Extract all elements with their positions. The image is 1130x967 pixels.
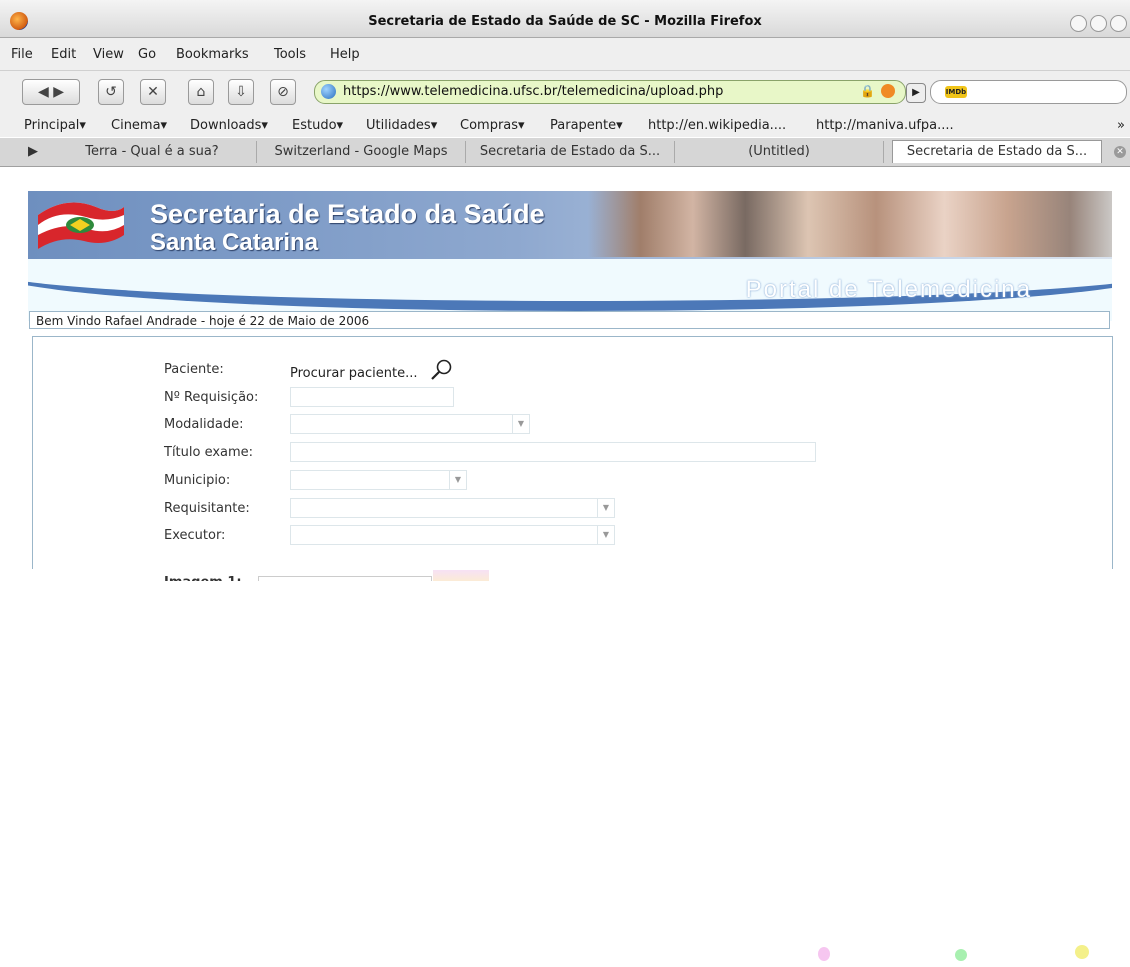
reload-icon: ↺ [105,84,117,100]
home-icon: ⌂ [196,84,206,100]
stop-icon: ✕ [147,84,159,100]
titulo-label: Título exame: [164,445,254,460]
chevron-down-icon: ▼ [512,415,529,433]
bookmark-wikipedia[interactable]: http://en.wikipedia.... [648,118,786,133]
municipio-select[interactable]: ▼ [290,470,467,490]
lock-icon[interactable]: 🔒 [860,84,875,98]
modalidade-label: Modalidade: [164,417,244,432]
download-button[interactable]: ⇩ [228,79,254,105]
page-content: Secretaria de Estado da Saúde Santa Cata… [0,167,1130,967]
menu-bookmarks[interactable]: Bookmarks [176,47,249,62]
forward-icon: ▶ [53,84,64,100]
close-tab-icon[interactable]: ✕ [1114,146,1126,158]
search-engine-icon[interactable]: IMDb [945,86,967,98]
window-titlebar: Secretaria de Estado da Saúde de SC - Mo… [0,0,1130,38]
blank-area [0,581,1130,967]
close-window-button[interactable] [1110,15,1127,32]
bookmarks-toolbar: Principal▾ Cinema▾ Downloads▾ Estudo▾ Ut… [0,115,1130,137]
history-icon: ⊘ [277,84,289,100]
menu-go[interactable]: Go [138,47,156,62]
go-button[interactable]: ▶ [906,83,926,103]
executor-label: Executor: [164,528,226,543]
home-button[interactable]: ⌂ [188,79,214,105]
tab-bar: ▶ Terra - Qual é a sua? Switzerland - Go… [0,138,1130,167]
search-icon[interactable] [430,358,454,382]
bookmark-cinema[interactable]: Cinema▾ [111,118,167,133]
url-bar[interactable]: https://www.telemedicina.ufsc.br/telemed… [314,80,906,104]
bookmark-estudo[interactable]: Estudo▾ [292,118,343,133]
window-title: Secretaria de Estado da Saúde de SC - Mo… [368,14,762,29]
portal-title: Portal de Telemedicina [745,276,1032,303]
bookmark-principal[interactable]: Principal▾ [24,118,86,133]
tab-secretaria-1[interactable]: Secretaria de Estado da S... [466,141,675,163]
menu-file[interactable]: File [11,47,33,62]
history-button[interactable]: ⊘ [270,79,296,105]
navigation-toolbar: ◀ ▶ ↺ ✕ ⌂ ⇩ ⊘ https://www.telemedicina.u… [0,71,1130,115]
search-box[interactable]: IMDb [930,80,1127,104]
back-forward-button[interactable]: ◀ ▶ [22,79,80,105]
bookmarks-overflow-icon[interactable]: » [1117,118,1125,133]
maximize-button[interactable] [1090,15,1107,32]
minimize-button[interactable] [1070,15,1087,32]
menu-view[interactable]: View [93,47,124,62]
bookmark-downloads[interactable]: Downloads▾ [190,118,268,133]
modalidade-select[interactable]: ▼ [290,414,530,434]
artifact-dot [955,949,967,961]
url-text[interactable]: https://www.telemedicina.ufsc.br/telemed… [343,84,723,99]
municipio-label: Municipio: [164,473,231,488]
menu-help[interactable]: Help [330,47,360,62]
tab-untitled[interactable]: (Untitled) [675,141,884,163]
bookmark-maniva[interactable]: http://maniva.ufpa.... [816,118,954,133]
bookmark-parapente[interactable]: Parapente▾ [550,118,623,133]
site-globe-icon [321,84,336,99]
download-icon: ⇩ [235,84,247,100]
procurar-paciente-link[interactable]: Procurar paciente... [290,366,418,381]
stop-button[interactable]: ✕ [140,79,166,105]
reload-button[interactable]: ↺ [98,79,124,105]
banner-title: Secretaria de Estado da Saúde [150,199,545,229]
feed-icon[interactable] [881,84,895,98]
paciente-label: Paciente: [164,362,224,377]
tab-secretaria-active[interactable]: Secretaria de Estado da S... [892,140,1102,163]
bookmark-utilidades[interactable]: Utilidades▾ [366,118,437,133]
requisicao-label: Nº Requisição: [164,390,259,405]
titulo-exame-input[interactable] [290,442,816,462]
artifact-dot [1075,945,1089,959]
back-icon: ◀ [37,84,49,100]
artifact-dot [818,947,830,961]
header-banner: Secretaria de Estado da Saúde Santa Cata… [28,191,1112,321]
requisicao-input[interactable] [290,387,454,407]
menu-edit[interactable]: Edit [51,47,76,62]
bookmark-compras[interactable]: Compras▾ [460,118,525,133]
menu-bar: File Edit View Go Bookmarks Tools Help [0,38,1130,71]
executor-select[interactable]: ▼ [290,525,615,545]
welcome-message: Bem Vindo Rafael Andrade - hoje é 22 de … [29,311,1110,329]
chevron-down-icon: ▼ [449,471,466,489]
requisitante-select[interactable]: ▼ [290,498,615,518]
requisitante-label: Requisitante: [164,501,250,516]
chevron-down-icon: ▼ [597,499,614,517]
tab-list-icon[interactable]: ▶ [18,141,48,163]
chevron-down-icon: ▼ [597,526,614,544]
banner-subtitle: Santa Catarina [150,229,319,256]
menu-tools[interactable]: Tools [274,47,306,62]
santa-catarina-flag-icon [38,202,124,249]
tab-terra[interactable]: Terra - Qual é a sua? [48,141,257,163]
tab-google-maps[interactable]: Switzerland - Google Maps [257,141,466,163]
